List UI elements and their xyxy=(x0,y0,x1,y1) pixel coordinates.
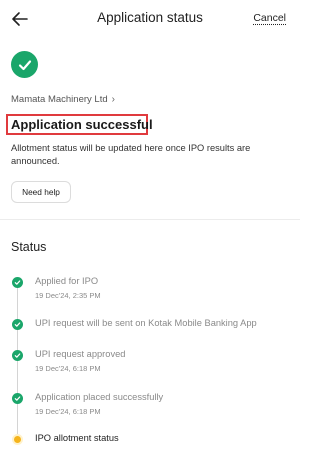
check-small-icon xyxy=(12,350,23,361)
divider xyxy=(0,219,300,220)
step-label: UPI request approved xyxy=(35,349,126,359)
step-time: 19 Dec'24, 2:35 PM xyxy=(35,291,101,300)
step-time: 19 Dec'24, 6:18 PM xyxy=(35,364,101,373)
chevron-right-icon: › xyxy=(111,94,115,105)
cancel-button[interactable]: Cancel xyxy=(253,12,286,24)
timeline-connector xyxy=(17,286,18,436)
check-small-icon xyxy=(12,393,23,404)
check-small-icon xyxy=(12,319,23,330)
step-label: IPO allotment status xyxy=(35,433,119,443)
pending-dot-icon xyxy=(12,434,23,445)
status-description: Allotment status will be updated here on… xyxy=(11,143,251,166)
company-name: Mamata Machinery Ltd xyxy=(11,94,108,105)
step-label: Applied for IPO xyxy=(35,276,99,286)
company-link[interactable]: Mamata Machinery Ltd › xyxy=(11,94,115,105)
need-help-button[interactable]: Need help xyxy=(11,181,71,203)
status-title: Application successful xyxy=(11,117,153,132)
step-time: 19 Dec'24, 6:18 PM xyxy=(35,407,101,416)
step-label: Application placed successfully xyxy=(35,392,164,402)
check-small-icon xyxy=(12,277,23,288)
app-header: Application status Cancel xyxy=(0,0,300,38)
check-circle-icon xyxy=(11,51,38,78)
step-label: UPI request will be sent on Kotak Mobile… xyxy=(35,318,257,328)
timeline-section-title: Status xyxy=(11,240,47,254)
